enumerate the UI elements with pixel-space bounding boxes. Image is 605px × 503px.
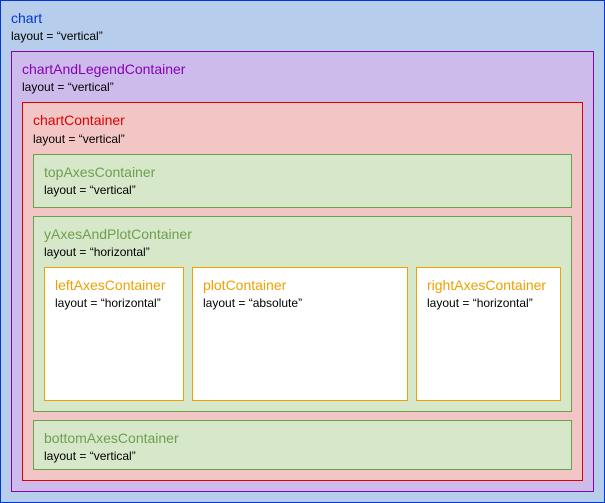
- chart-and-legend-layout: layout = “vertical”: [22, 80, 583, 94]
- chart-container-layout: layout = “vertical”: [33, 132, 572, 146]
- chart-and-legend-title: chartAndLegendContainer: [22, 60, 583, 78]
- inner-row: leftAxesContainer layout = “horizontal” …: [44, 267, 561, 401]
- y-axes-and-plot-container-box: yAxesAndPlotContainer layout = “horizont…: [33, 216, 572, 412]
- chart-container-box: chartContainer layout = “vertical” topAx…: [22, 102, 583, 481]
- bottom-axes-container-box: bottomAxesContainer layout = “vertical”: [33, 420, 572, 470]
- left-axes-container-box: leftAxesContainer layout = “horizontal”: [44, 267, 184, 401]
- right-axes-layout: layout = “horizontal”: [427, 296, 550, 310]
- chart-layout: layout = “vertical”: [11, 29, 594, 43]
- left-axes-layout: layout = “horizontal”: [55, 296, 173, 310]
- plot-container-box: plotContainer layout = “absolute”: [192, 267, 408, 401]
- left-axes-title: leftAxesContainer: [55, 276, 173, 294]
- right-axes-container-box: rightAxesContainer layout = “horizontal”: [416, 267, 561, 401]
- plot-layout: layout = “absolute”: [203, 296, 397, 310]
- bottom-axes-title: bottomAxesContainer: [44, 429, 561, 447]
- y-axes-plot-title: yAxesAndPlotContainer: [44, 225, 561, 243]
- plot-title: plotContainer: [203, 276, 397, 294]
- bottom-axes-layout: layout = “vertical”: [44, 449, 561, 463]
- chart-title: chart: [11, 9, 594, 27]
- top-axes-layout: layout = “vertical”: [44, 183, 561, 197]
- y-axes-plot-layout: layout = “horizontal”: [44, 245, 561, 259]
- chart-container-title: chartContainer: [33, 111, 572, 129]
- top-axes-title: topAxesContainer: [44, 163, 561, 181]
- chart-box: chart layout = “vertical” chartAndLegend…: [0, 0, 605, 503]
- right-axes-title: rightAxesContainer: [427, 276, 550, 294]
- top-axes-container-box: topAxesContainer layout = “vertical”: [33, 154, 572, 208]
- chart-and-legend-container-box: chartAndLegendContainer layout = “vertic…: [11, 51, 594, 492]
